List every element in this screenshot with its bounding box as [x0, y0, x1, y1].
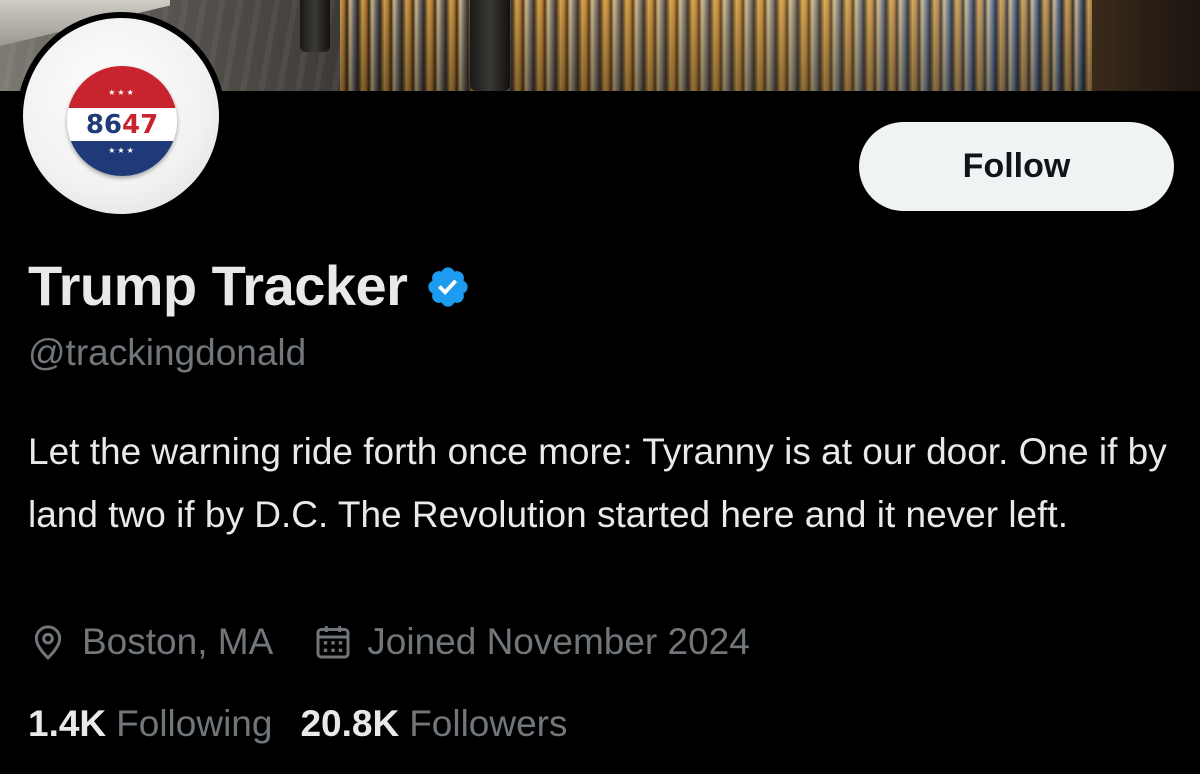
calendar-icon: [316, 626, 350, 659]
banner-right-edge: [1092, 0, 1200, 91]
display-name: Trump Tracker: [28, 253, 408, 317]
following-link[interactable]: 1.4K Following: [28, 703, 272, 745]
badge-stars-bottom: ★★★: [108, 146, 136, 155]
badge-red-band: [67, 66, 177, 108]
followers-label: Followers: [409, 703, 568, 744]
campaign-button-logo: ★★★ 8647 ★★★: [67, 66, 177, 176]
joined-text: Joined November 2024: [367, 621, 750, 662]
badge-number-part1: 86: [85, 110, 122, 140]
banner-water-shade: [340, 0, 1200, 91]
avatar-image: ★★★ 8647 ★★★: [23, 18, 219, 214]
profile-location: Boston, MA: [28, 621, 273, 663]
banner-post: [300, 0, 330, 52]
followers-link[interactable]: 20.8K Followers: [300, 703, 567, 745]
follow-button[interactable]: Follow: [859, 122, 1174, 211]
followers-count: 20.8K: [300, 703, 400, 744]
verified-badge-icon[interactable]: [425, 264, 471, 310]
profile-bio: Let the warning ride forth once more: Ty…: [28, 431, 1167, 535]
profile-joined-date: Joined November 2024: [313, 621, 750, 663]
badge-number: 8647: [67, 110, 177, 140]
profile-handle: @trackingdonald: [28, 332, 307, 373]
profile-name-row: Trump Tracker: [28, 250, 471, 320]
location-pin-icon: [34, 625, 62, 660]
badge-number-part2: 47: [122, 110, 159, 140]
badge-stars-top: ★★★: [108, 88, 136, 97]
profile-avatar[interactable]: ★★★ 8647 ★★★: [17, 12, 225, 220]
following-count: 1.4K: [28, 703, 107, 744]
profile-stats-row: 1.4K Following 20.8K Followers: [28, 698, 568, 750]
profile-meta-row: Boston, MA Joined November 2024: [28, 617, 750, 667]
following-label: Following: [116, 703, 273, 744]
location-text: Boston, MA: [82, 621, 274, 662]
banner-post: [470, 0, 510, 91]
